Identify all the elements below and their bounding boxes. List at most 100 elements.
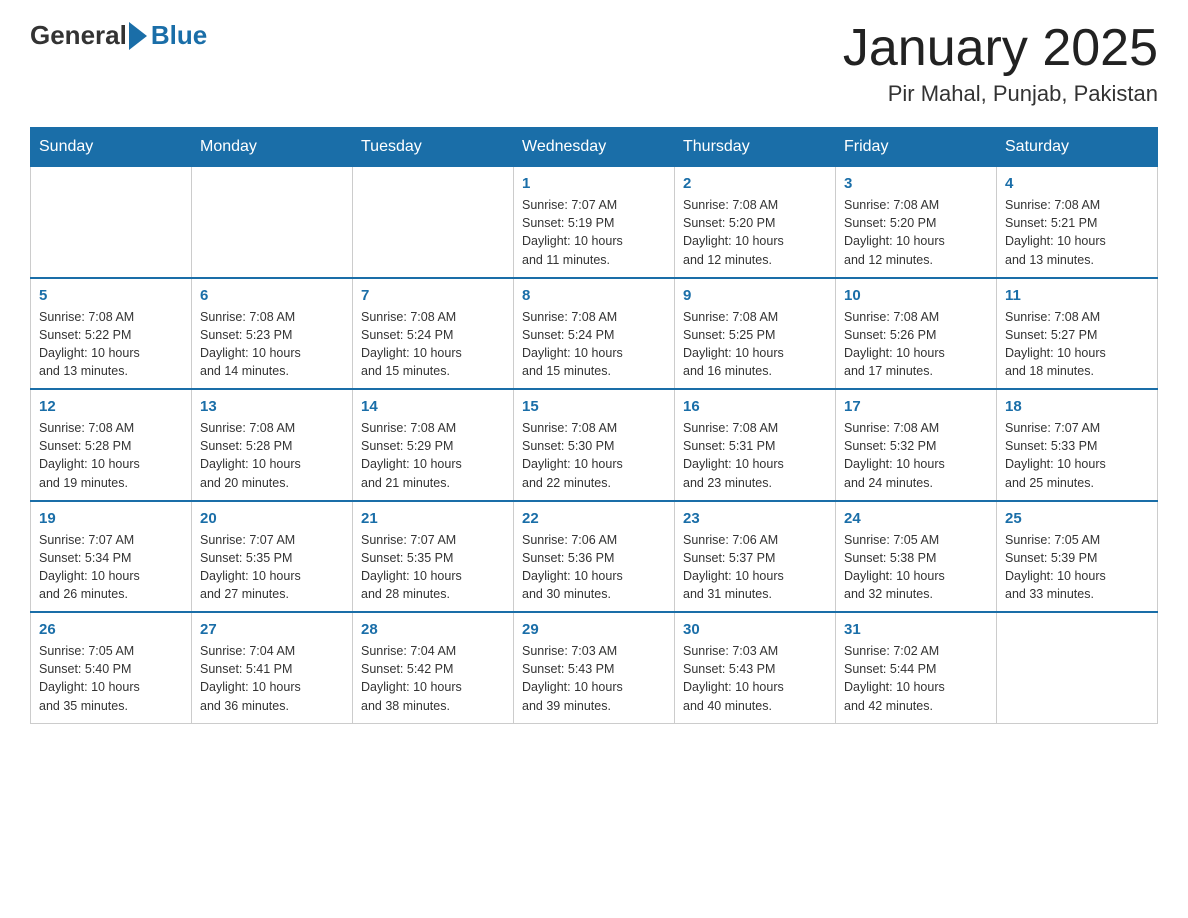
day-cell: 2 Sunrise: 7:08 AM Sunset: 5:20 PM Daylig…: [675, 167, 836, 278]
day-header-saturday: Saturday: [997, 128, 1158, 167]
day-number: 28: [361, 621, 505, 638]
day-info: Sunrise: 7:04 AM Sunset: 5:41 PM Dayligh…: [200, 642, 344, 715]
day-number: 3: [844, 175, 988, 192]
day-info: Sunrise: 7:06 AM Sunset: 5:36 PM Dayligh…: [522, 531, 666, 604]
day-number: 5: [39, 287, 183, 304]
day-number: 6: [200, 287, 344, 304]
day-info: Sunrise: 7:08 AM Sunset: 5:22 PM Dayligh…: [39, 308, 183, 381]
day-info: Sunrise: 7:05 AM Sunset: 5:40 PM Dayligh…: [39, 642, 183, 715]
day-cell: 25Sunrise: 7:05 AM Sunset: 5:39 PM Dayli…: [997, 501, 1158, 613]
day-cell: 16 Sunrise: 7:08 AM Sunset: 5:31 PM Dayli…: [675, 389, 836, 501]
day-cell: 28 Sunrise: 7:04 AM Sunset: 5:42 PM Dayli…: [353, 612, 514, 723]
day-cell: 17 Sunrise: 7:08 AM Sunset: 5:32 PM Dayli…: [836, 389, 997, 501]
day-number: 12: [39, 398, 183, 415]
day-cell: 11Sunrise: 7:08 AM Sunset: 5:27 PM Dayli…: [997, 278, 1158, 390]
day-info: Sunrise: 7:04 AM Sunset: 5:42 PM Dayligh…: [361, 642, 505, 715]
day-info: Sunrise: 7:08 AM Sunset: 5:27 PM Dayligh…: [1005, 308, 1149, 381]
day-info: Sunrise: 7:03 AM Sunset: 5:43 PM Dayligh…: [522, 642, 666, 715]
day-info: Sunrise: 7:08 AM Sunset: 5:25 PM Dayligh…: [683, 308, 827, 381]
month-year-title: January 2025: [843, 20, 1158, 77]
day-cell: 27 Sunrise: 7:04 AM Sunset: 5:41 PM Dayli…: [192, 612, 353, 723]
day-cell: 29 Sunrise: 7:03 AM Sunset: 5:43 PM Dayli…: [514, 612, 675, 723]
day-cell: 23 Sunrise: 7:06 AM Sunset: 5:37 PM Dayli…: [675, 501, 836, 613]
day-info: Sunrise: 7:08 AM Sunset: 5:30 PM Dayligh…: [522, 419, 666, 492]
day-number: 17: [844, 398, 988, 415]
day-number: 27: [200, 621, 344, 638]
day-info: Sunrise: 7:08 AM Sunset: 5:20 PM Dayligh…: [844, 196, 988, 269]
day-header-sunday: Sunday: [31, 128, 192, 167]
day-header-wednesday: Wednesday: [514, 128, 675, 167]
day-cell: 20 Sunrise: 7:07 AM Sunset: 5:35 PM Dayli…: [192, 501, 353, 613]
day-info: Sunrise: 7:07 AM Sunset: 5:33 PM Dayligh…: [1005, 419, 1149, 492]
day-header-monday: Monday: [192, 128, 353, 167]
day-cell: 1Sunrise: 7:07 AM Sunset: 5:19 PM Daylig…: [514, 167, 675, 278]
day-header-friday: Friday: [836, 128, 997, 167]
day-number: 18: [1005, 398, 1149, 415]
day-cell: 22Sunrise: 7:06 AM Sunset: 5:36 PM Dayli…: [514, 501, 675, 613]
day-info: Sunrise: 7:07 AM Sunset: 5:34 PM Dayligh…: [39, 531, 183, 604]
week-row-4: 19Sunrise: 7:07 AM Sunset: 5:34 PM Dayli…: [31, 501, 1158, 613]
day-cell: 21Sunrise: 7:07 AM Sunset: 5:35 PM Dayli…: [353, 501, 514, 613]
day-number: 10: [844, 287, 988, 304]
day-number: 23: [683, 510, 827, 527]
day-number: 25: [1005, 510, 1149, 527]
day-header-thursday: Thursday: [675, 128, 836, 167]
day-cell: [997, 612, 1158, 723]
day-info: Sunrise: 7:08 AM Sunset: 5:24 PM Dayligh…: [522, 308, 666, 381]
day-number: 26: [39, 621, 183, 638]
day-info: Sunrise: 7:05 AM Sunset: 5:38 PM Dayligh…: [844, 531, 988, 604]
title-block: January 2025 Pir Mahal, Punjab, Pakistan: [843, 20, 1158, 107]
day-info: Sunrise: 7:08 AM Sunset: 5:23 PM Dayligh…: [200, 308, 344, 381]
day-info: Sunrise: 7:06 AM Sunset: 5:37 PM Dayligh…: [683, 531, 827, 604]
week-row-1: 1Sunrise: 7:07 AM Sunset: 5:19 PM Daylig…: [31, 167, 1158, 278]
logo-general: General: [30, 20, 127, 51]
day-number: 31: [844, 621, 988, 638]
day-number: 29: [522, 621, 666, 638]
day-cell: 4Sunrise: 7:08 AM Sunset: 5:21 PM Daylig…: [997, 167, 1158, 278]
day-number: 24: [844, 510, 988, 527]
day-number: 8: [522, 287, 666, 304]
day-info: Sunrise: 7:08 AM Sunset: 5:28 PM Dayligh…: [39, 419, 183, 492]
day-cell: 15 Sunrise: 7:08 AM Sunset: 5:30 PM Dayli…: [514, 389, 675, 501]
day-number: 16: [683, 398, 827, 415]
day-number: 21: [361, 510, 505, 527]
logo-blue: Blue: [151, 20, 207, 51]
day-cell: [353, 167, 514, 278]
day-cell: 5 Sunrise: 7:08 AM Sunset: 5:22 PM Daylig…: [31, 278, 192, 390]
day-info: Sunrise: 7:08 AM Sunset: 5:31 PM Dayligh…: [683, 419, 827, 492]
day-info: Sunrise: 7:03 AM Sunset: 5:43 PM Dayligh…: [683, 642, 827, 715]
day-cell: 3 Sunrise: 7:08 AM Sunset: 5:20 PM Daylig…: [836, 167, 997, 278]
day-number: 7: [361, 287, 505, 304]
header-row: SundayMondayTuesdayWednesdayThursdayFrid…: [31, 128, 1158, 167]
day-cell: 9 Sunrise: 7:08 AM Sunset: 5:25 PM Daylig…: [675, 278, 836, 390]
day-info: Sunrise: 7:08 AM Sunset: 5:21 PM Dayligh…: [1005, 196, 1149, 269]
logo-arrow-icon: [129, 22, 147, 50]
week-row-5: 26 Sunrise: 7:05 AM Sunset: 5:40 PM Dayli…: [31, 612, 1158, 723]
day-number: 20: [200, 510, 344, 527]
day-number: 2: [683, 175, 827, 192]
day-info: Sunrise: 7:08 AM Sunset: 5:28 PM Dayligh…: [200, 419, 344, 492]
day-number: 9: [683, 287, 827, 304]
day-cell: 12 Sunrise: 7:08 AM Sunset: 5:28 PM Dayli…: [31, 389, 192, 501]
location-subtitle: Pir Mahal, Punjab, Pakistan: [843, 81, 1158, 107]
day-cell: [192, 167, 353, 278]
day-number: 15: [522, 398, 666, 415]
day-info: Sunrise: 7:08 AM Sunset: 5:29 PM Dayligh…: [361, 419, 505, 492]
page-header: General Blue January 2025 Pir Mahal, Pun…: [30, 20, 1158, 107]
day-cell: 26 Sunrise: 7:05 AM Sunset: 5:40 PM Dayli…: [31, 612, 192, 723]
day-number: 14: [361, 398, 505, 415]
logo: General Blue: [30, 20, 207, 51]
day-cell: 8 Sunrise: 7:08 AM Sunset: 5:24 PM Daylig…: [514, 278, 675, 390]
day-header-tuesday: Tuesday: [353, 128, 514, 167]
day-info: Sunrise: 7:07 AM Sunset: 5:35 PM Dayligh…: [200, 531, 344, 604]
day-info: Sunrise: 7:08 AM Sunset: 5:26 PM Dayligh…: [844, 308, 988, 381]
day-info: Sunrise: 7:08 AM Sunset: 5:32 PM Dayligh…: [844, 419, 988, 492]
day-number: 13: [200, 398, 344, 415]
day-cell: 19Sunrise: 7:07 AM Sunset: 5:34 PM Dayli…: [31, 501, 192, 613]
day-cell: 18 Sunrise: 7:07 AM Sunset: 5:33 PM Dayli…: [997, 389, 1158, 501]
day-info: Sunrise: 7:08 AM Sunset: 5:20 PM Dayligh…: [683, 196, 827, 269]
day-cell: 13 Sunrise: 7:08 AM Sunset: 5:28 PM Dayli…: [192, 389, 353, 501]
day-info: Sunrise: 7:08 AM Sunset: 5:24 PM Dayligh…: [361, 308, 505, 381]
day-info: Sunrise: 7:02 AM Sunset: 5:44 PM Dayligh…: [844, 642, 988, 715]
day-cell: 7 Sunrise: 7:08 AM Sunset: 5:24 PM Daylig…: [353, 278, 514, 390]
